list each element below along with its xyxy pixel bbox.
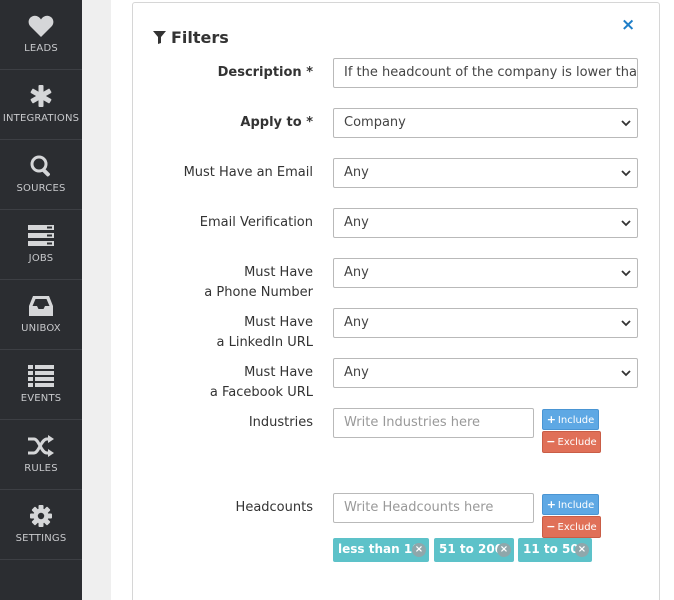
plus-icon: + (546, 498, 556, 511)
inbox-icon (0, 294, 82, 318)
phone-value: Any (344, 265, 369, 280)
facebook-select[interactable]: Any (333, 358, 638, 388)
sidebar-item-unibox[interactable]: UNIBOX (0, 280, 82, 350)
sidebar-item-label: SOURCES (16, 183, 66, 194)
minus-icon: − (546, 435, 556, 448)
server-icon (0, 224, 82, 248)
headcount-tag: 51 to 200 × (434, 538, 514, 562)
linkedin-label-line2: a LinkedIn URL (216, 335, 313, 350)
search-icon (0, 154, 82, 178)
sidebar-item-label: EVENTS (20, 393, 62, 404)
linkedin-label-line1: Must Have (244, 315, 313, 330)
apply-to-label: Apply to * (240, 115, 313, 130)
exclude-label: Exclude (557, 437, 597, 448)
apply-to-value: Company (344, 115, 406, 130)
headcounts-label: Headcounts (235, 500, 313, 515)
apply-to-select[interactable]: Company (333, 108, 638, 138)
headcount-tag: less than 10 × (333, 538, 429, 562)
sidebar: LEADS INTEGRATIONS SOURCES JOBS UNIBOX E… (0, 0, 82, 600)
tag-label: 51 to 200 (439, 542, 504, 556)
tag-label: less than 10 (338, 542, 421, 556)
must-email-value: Any (344, 165, 369, 180)
remove-tag-icon[interactable]: × (575, 543, 589, 557)
sidebar-item-rules[interactable]: RULES (0, 420, 82, 490)
remove-tag-icon[interactable]: × (412, 543, 426, 557)
sidebar-item-leads[interactable]: LEADS (0, 0, 82, 70)
facebook-label: Must Have a Facebook URL (210, 363, 313, 403)
sidebar-item-label: INTEGRATIONS (2, 113, 80, 124)
exclude-label: Exclude (557, 522, 597, 533)
email-verification-value: Any (344, 215, 369, 230)
chevron-down-icon (621, 320, 631, 327)
sidebar-item-label: LEADS (24, 43, 58, 54)
email-verification-select[interactable]: Any (333, 208, 638, 238)
chevron-down-icon (621, 170, 631, 177)
sidebar-item-label: SETTINGS (15, 533, 67, 544)
description-input[interactable]: If the headcount of the company is lower… (333, 58, 638, 88)
sidebar-item-label: JOBS (28, 253, 54, 264)
must-email-select[interactable]: Any (333, 158, 638, 188)
filters-panel: Filters × Description * If the headcount… (132, 2, 660, 600)
industries-include-button[interactable]: + Include (542, 409, 599, 430)
panel-title: Filters (153, 28, 229, 47)
linkedin-label: Must Have a LinkedIn URL (216, 313, 313, 353)
facebook-label-line2: a Facebook URL (209, 385, 313, 400)
minus-icon: − (546, 520, 556, 533)
asterisk-icon (0, 84, 82, 108)
main-content: Filters × Description * If the headcount… (111, 0, 674, 600)
gear-icon (0, 504, 82, 528)
tag-label: 11 to 50 (523, 542, 579, 556)
facebook-label-line1: Must Have (244, 365, 313, 380)
headcounts-exclude-button[interactable]: − Exclude (542, 516, 601, 538)
filter-icon (153, 31, 166, 44)
remove-tag-icon[interactable]: × (497, 543, 511, 557)
page-gutter (82, 0, 111, 600)
close-icon[interactable]: × (621, 15, 635, 35)
sidebar-item-events[interactable]: EVENTS (0, 350, 82, 420)
description-label: Description * (217, 65, 313, 80)
include-label: Include (557, 500, 595, 511)
chevron-down-icon (621, 370, 631, 377)
list-icon (0, 364, 82, 388)
headcounts-include-button[interactable]: + Include (542, 494, 599, 515)
headcount-tag: 11 to 50 × (518, 538, 592, 562)
sidebar-item-label: RULES (24, 463, 58, 474)
phone-select[interactable]: Any (333, 258, 638, 288)
shuffle-icon (0, 434, 82, 458)
panel-title-text: Filters (171, 28, 229, 47)
heart-icon (0, 14, 82, 38)
plus-icon: + (546, 413, 556, 426)
linkedin-value: Any (344, 315, 369, 330)
industries-input[interactable]: Write Industries here (333, 408, 534, 438)
facebook-value: Any (344, 365, 369, 380)
chevron-down-icon (621, 270, 631, 277)
headcounts-input[interactable]: Write Headcounts here (333, 493, 534, 523)
chevron-down-icon (621, 120, 631, 127)
phone-label-line1: Must Have (244, 265, 313, 280)
include-label: Include (557, 415, 595, 426)
industries-label: Industries (248, 415, 313, 430)
email-verification-label: Email Verification (199, 215, 313, 230)
phone-label-line2: a Phone Number (204, 285, 313, 300)
sidebar-item-settings[interactable]: SETTINGS (0, 490, 82, 560)
sidebar-item-integrations[interactable]: INTEGRATIONS (0, 70, 82, 140)
linkedin-select[interactable]: Any (333, 308, 638, 338)
sidebar-item-jobs[interactable]: JOBS (0, 210, 82, 280)
phone-label: Must Have a Phone Number (204, 263, 313, 303)
sidebar-item-sources[interactable]: SOURCES (0, 140, 82, 210)
sidebar-item-label: UNIBOX (21, 323, 61, 334)
must-email-label: Must Have an Email (183, 165, 313, 180)
industries-exclude-button[interactable]: − Exclude (542, 431, 601, 453)
chevron-down-icon (621, 220, 631, 227)
